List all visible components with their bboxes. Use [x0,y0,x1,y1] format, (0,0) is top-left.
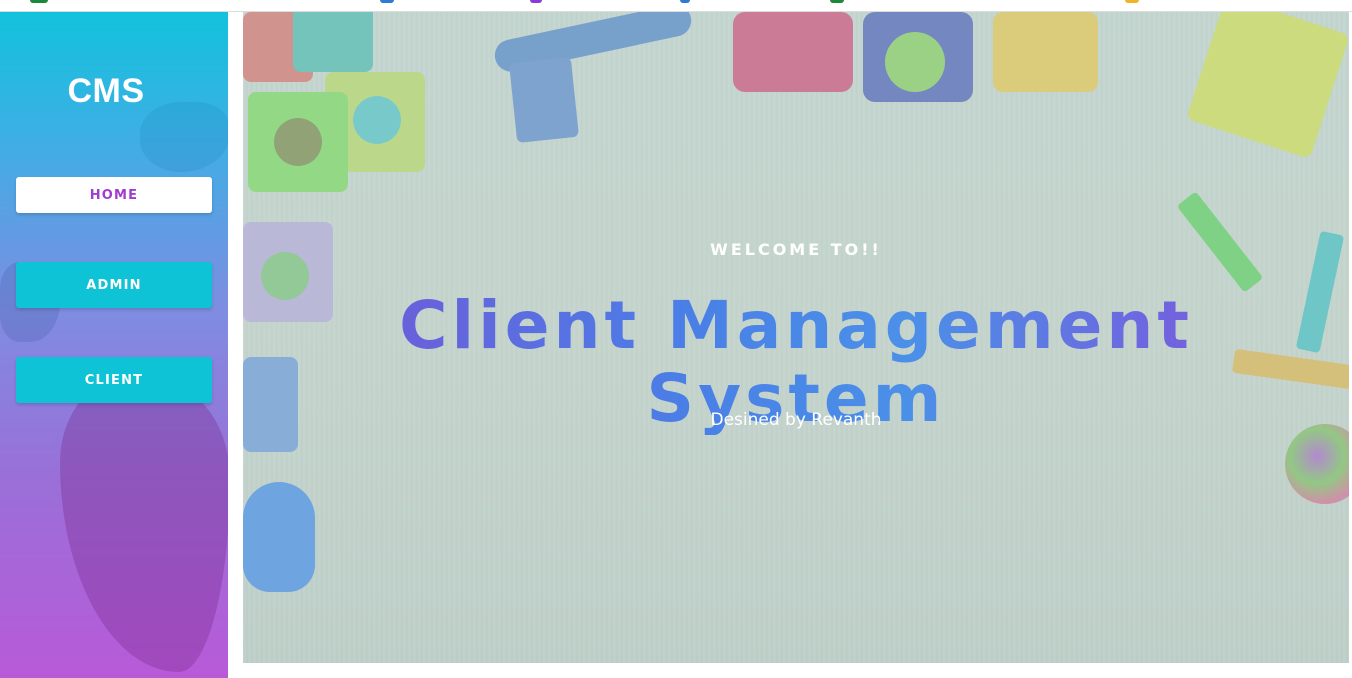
cropped-icon [1125,0,1139,3]
hero-content: WELCOME TO!! Client Management System De… [243,12,1349,663]
nav-home-button[interactable]: HOME [16,177,212,213]
hero-banner: WELCOME TO!! Client Management System De… [243,12,1349,663]
top-strip [0,0,1352,12]
cropped-icon [530,0,542,3]
map-decoration [140,102,228,172]
south-america-map-decoration [60,372,228,672]
cropped-icon [380,0,394,3]
sidebar: CMS HOME ADMIN CLIENT [0,12,228,678]
brand-logo[interactable]: CMS [0,72,212,111]
nav-client-button[interactable]: CLIENT [16,357,212,403]
credit-text: Desined by Revanth [710,410,882,430]
nav-admin-button[interactable]: ADMIN [16,262,212,308]
cropped-icon [30,0,48,3]
welcome-text: WELCOME TO!! [710,240,882,259]
cropped-icon [830,0,844,3]
cropped-icon [680,0,690,3]
